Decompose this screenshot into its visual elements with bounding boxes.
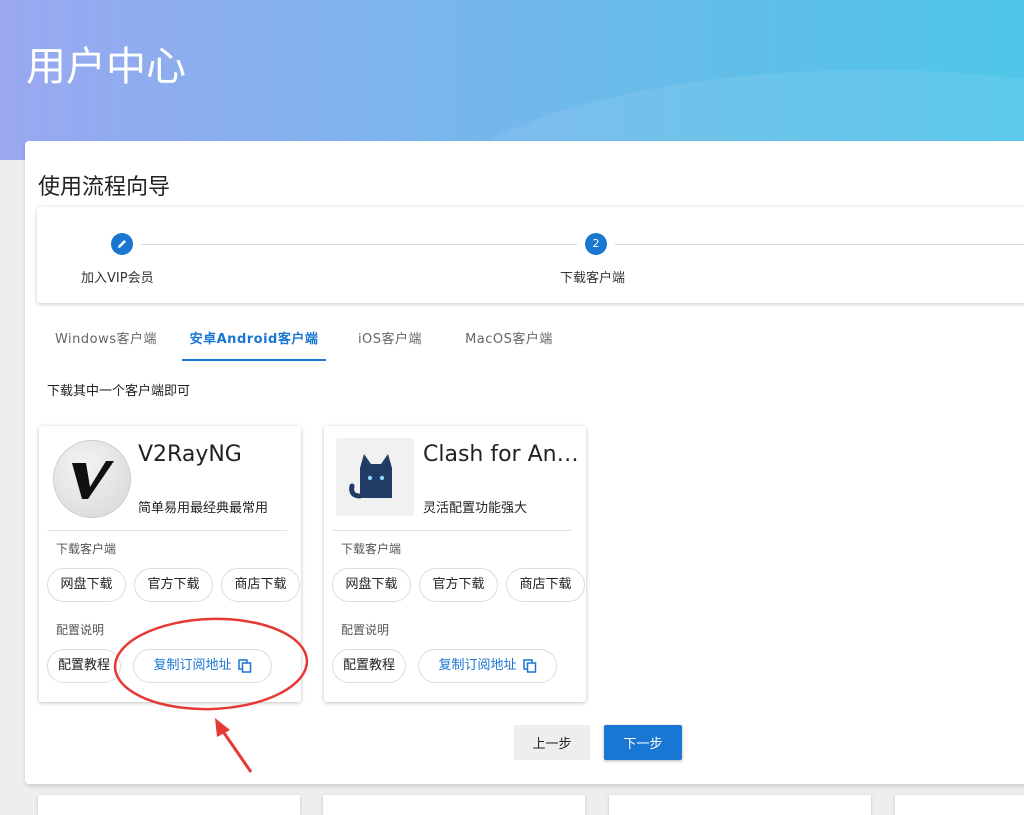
copy-subscription-label: 复制订阅地址 (438, 658, 517, 673)
tab-android[interactable]: 安卓Android客户端 (182, 321, 326, 361)
store-download-button[interactable]: 商店下载 (221, 568, 300, 602)
download-section-label: 下载客户端 (56, 542, 117, 556)
store-download-button[interactable]: 商店下载 (506, 568, 585, 602)
config-tutorial-button[interactable]: 配置教程 (47, 649, 121, 683)
step-connector (615, 244, 1024, 245)
app-name: Clash for An… (423, 442, 579, 467)
partial-card (609, 795, 871, 815)
next-step-button[interactable]: 下一步 (604, 725, 682, 760)
page-header: 用户中心 (0, 0, 1024, 160)
clash-cat-icon (336, 438, 414, 516)
config-tutorial-button[interactable]: 配置教程 (332, 649, 406, 683)
app-name: V2RayNG (138, 442, 242, 467)
stepper: 加入VIP会员 2 下载客户端 (37, 207, 1024, 303)
copy-subscription-button[interactable]: 复制订阅地址 (418, 649, 557, 683)
wizard-card: 使用流程向导 加入VIP会员 2 下载客户端 Windows客户端 安卓Andr… (25, 141, 1024, 784)
app-card-v2rayng: V2RayNG 简单易用最经典最常用 下载客户端 网盘下载 官方下载 商店下载 … (39, 426, 301, 702)
step-1-indicator[interactable] (111, 233, 133, 255)
copy-icon (237, 658, 251, 673)
app-card-clash: Clash for An… 灵活配置功能强大 下载客户端 网盘下载 官方下载 商… (324, 426, 586, 702)
wizard-title: 使用流程向导 (38, 175, 171, 200)
copy-subscription-button[interactable]: 复制订阅地址 (133, 649, 272, 683)
app-description: 灵活配置功能强大 (423, 501, 528, 516)
official-download-button[interactable]: 官方下载 (134, 568, 213, 602)
step-connector (141, 244, 577, 245)
step-2-indicator[interactable]: 2 (585, 233, 607, 255)
tab-macos[interactable]: MacOS客户端 (454, 321, 564, 359)
divider (332, 530, 572, 531)
copy-subscription-label: 复制订阅地址 (153, 658, 232, 673)
step-1-label: 加入VIP会员 (81, 271, 154, 286)
partial-card (895, 795, 1024, 815)
partial-card (38, 795, 300, 815)
config-section-label: 配置说明 (56, 623, 105, 637)
v2rayng-logo-icon (53, 440, 131, 518)
netdisk-download-button[interactable]: 网盘下载 (47, 568, 126, 602)
step-2-label: 下载客户端 (560, 271, 626, 286)
tab-ios[interactable]: iOS客户端 (347, 321, 433, 359)
copy-icon (522, 658, 536, 673)
netdisk-download-button[interactable]: 网盘下载 (332, 568, 411, 602)
partial-card (323, 795, 585, 815)
download-section-label: 下载客户端 (341, 542, 402, 556)
official-download-button[interactable]: 官方下载 (419, 568, 498, 602)
config-section-label: 配置说明 (341, 623, 390, 637)
app-description: 简单易用最经典最常用 (138, 501, 269, 516)
pencil-icon (118, 240, 126, 248)
page-title: 用户中心 (26, 44, 186, 90)
download-hint: 下载其中一个客户端即可 (47, 384, 191, 399)
prev-step-button[interactable]: 上一步 (514, 725, 590, 760)
divider (47, 530, 287, 531)
tab-windows[interactable]: Windows客户端 (46, 321, 166, 359)
